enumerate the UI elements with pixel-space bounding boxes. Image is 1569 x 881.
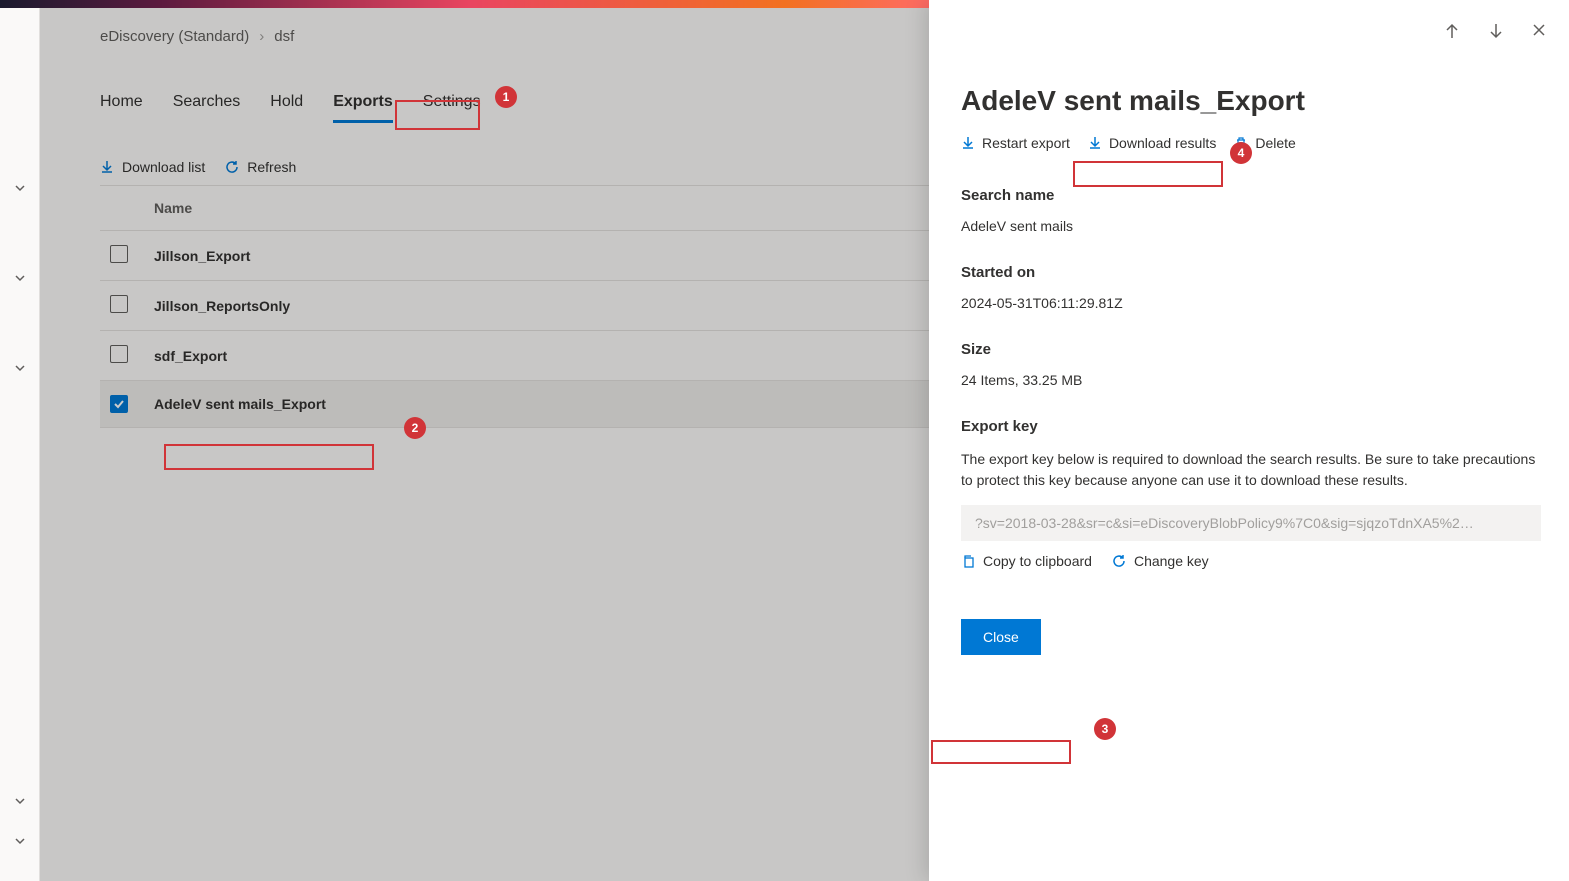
gutter-expand-3[interactable] [0,348,40,388]
left-gutter [0,8,40,881]
copy-icon [961,554,975,568]
change-key-label: Change key [1134,553,1209,569]
started-on-value: 2024-05-31T06:11:29.81Z [961,295,1541,311]
row-checkbox[interactable] [110,245,128,263]
panel-title: AdeleV sent mails_Export [961,85,1541,117]
arrow-down-icon [1487,22,1505,40]
tab-exports[interactable]: Exports [333,85,393,119]
refresh-icon [1112,554,1126,568]
delete-label: Delete [1255,135,1295,151]
row-checkbox[interactable] [110,395,128,413]
export-key-input[interactable]: ?sv=2018-03-28&sr=c&si=eDiscoveryBlobPol… [961,505,1541,541]
download-icon [1088,136,1102,150]
panel-close-button[interactable] [1531,22,1547,40]
refresh-label: Refresh [247,159,296,175]
chevron-right-icon: › [259,28,264,45]
search-name-value: AdeleV sent mails [961,218,1541,234]
tab-settings[interactable]: Settings [423,85,481,119]
download-list-button[interactable]: Download list [100,159,205,175]
chevron-down-icon [14,182,26,194]
panel-actions: Restart export Download results Delete [961,135,1541,151]
refresh-button[interactable]: Refresh [225,159,296,175]
chevron-down-icon [14,272,26,284]
panel-down-button[interactable] [1487,22,1505,40]
row-checkbox[interactable] [110,345,128,363]
download-icon [961,136,975,150]
tab-home[interactable]: Home [100,85,143,119]
tab-searches[interactable]: Searches [173,85,241,119]
started-on-label: Started on [961,264,1541,281]
row-checkbox[interactable] [110,295,128,313]
gutter-expand-5[interactable] [0,821,40,861]
export-details-panel: AdeleV sent mails_Export Restart export … [929,0,1569,881]
export-key-description: The export key below is required to down… [961,449,1541,491]
chevron-down-icon [14,795,26,807]
gutter-expand-1[interactable] [0,168,40,208]
delete-button[interactable]: Delete [1234,135,1295,151]
delete-icon [1234,136,1248,150]
panel-up-button[interactable] [1443,22,1461,40]
download-icon [100,160,114,174]
breadcrumb-parent[interactable]: eDiscovery (Standard) [100,28,249,45]
chevron-down-icon [14,362,26,374]
chevron-down-icon [14,835,26,847]
search-name-label: Search name [961,187,1541,204]
size-label: Size [961,341,1541,358]
close-icon [1531,22,1547,38]
restart-export-label: Restart export [982,135,1070,151]
breadcrumb-current: dsf [274,28,294,45]
download-results-label: Download results [1109,135,1216,151]
copy-label: Copy to clipboard [983,553,1092,569]
tab-hold[interactable]: Hold [270,85,303,119]
close-button[interactable]: Close [961,619,1041,655]
copy-to-clipboard-button[interactable]: Copy to clipboard [961,553,1092,569]
size-value: 24 Items, 33.25 MB [961,372,1541,388]
download-results-button[interactable]: Download results [1088,135,1216,151]
download-list-label: Download list [122,159,205,175]
refresh-icon [225,160,239,174]
change-key-button[interactable]: Change key [1112,553,1209,569]
arrow-up-icon [1443,22,1461,40]
check-icon [113,398,125,410]
export-key-label: Export key [961,418,1541,435]
restart-export-button[interactable]: Restart export [961,135,1070,151]
gutter-expand-2[interactable] [0,258,40,298]
gutter-expand-4[interactable] [0,781,40,821]
